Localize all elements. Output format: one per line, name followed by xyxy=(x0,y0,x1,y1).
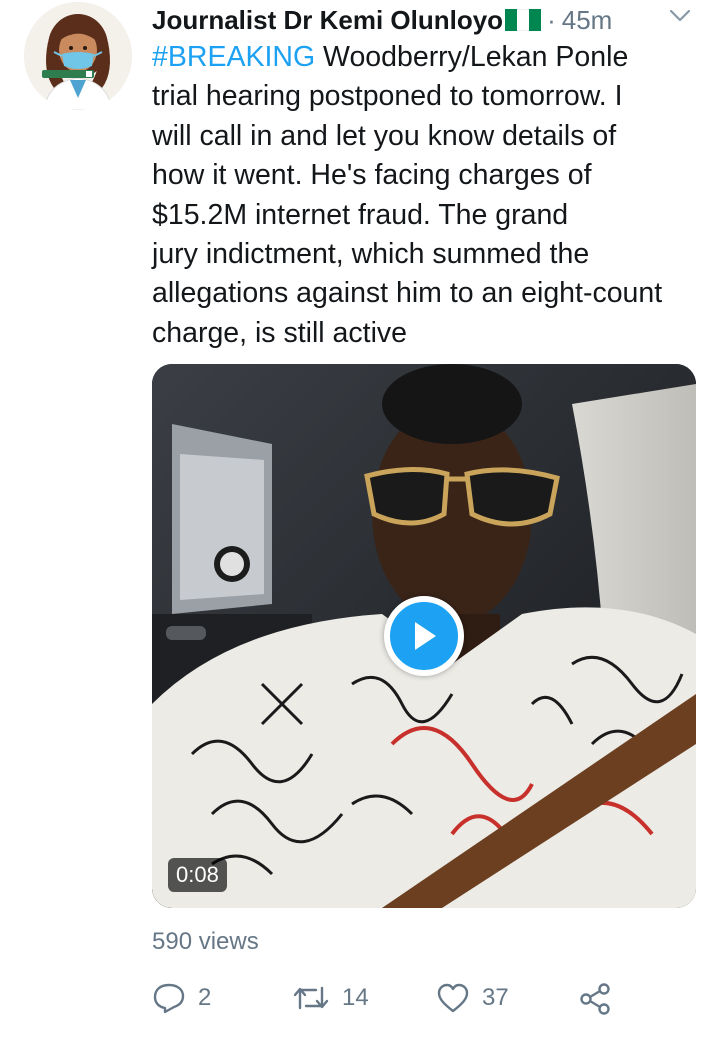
like-button[interactable]: 37 xyxy=(436,982,509,1014)
reply-icon xyxy=(153,983,185,1014)
video-duration: 0:08 xyxy=(168,858,227,892)
nigeria-flag-icon xyxy=(505,9,542,31)
avatar-illustration xyxy=(24,2,132,110)
tweet-text: #BREAKING Woodberry/Lekan Ponle trial he… xyxy=(152,38,712,353)
tweet-line: jury indictment, which summed the xyxy=(152,238,590,271)
tweet-line: allegations against him to an eight-coun… xyxy=(152,277,663,310)
tweet-line: Woodberry/Lekan Ponle xyxy=(315,41,629,73)
separator-dot: · xyxy=(547,4,556,35)
like-count: 37 xyxy=(482,984,509,1011)
reply-count: 2 xyxy=(198,984,212,1011)
tweet-line: charge, is still active xyxy=(152,316,408,349)
share-button[interactable] xyxy=(578,982,624,1016)
tweet-line: $15.2M internet fraud. The grand xyxy=(152,198,569,231)
tweet-header: Journalist Dr Kemi Olunloyo · 45m xyxy=(152,2,712,38)
retweet-count: 14 xyxy=(342,984,369,1011)
view-count: 590 views xyxy=(152,928,259,955)
tweet-actions: 2 14 37 xyxy=(152,982,712,1018)
chevron-down-icon[interactable] xyxy=(668,6,692,31)
retweet-icon xyxy=(293,986,329,1010)
hashtag-link[interactable]: #BREAKING xyxy=(152,41,315,73)
play-icon xyxy=(415,622,436,650)
tweet-line: trial hearing postponed to tomorrow. I xyxy=(152,80,623,113)
author-name[interactable]: Journalist Dr Kemi Olunloyo xyxy=(152,5,503,36)
tweet-line: how it went. He's facing charges of xyxy=(152,159,592,192)
timestamp[interactable]: 45m xyxy=(562,5,613,36)
tweet-line: will call in and let you know details of xyxy=(152,119,617,152)
share-icon xyxy=(580,983,610,1015)
reply-button[interactable]: 2 xyxy=(152,982,211,1014)
avatar[interactable] xyxy=(24,2,132,110)
heart-icon xyxy=(437,983,469,1013)
retweet-button[interactable]: 14 xyxy=(292,982,369,1014)
play-button[interactable] xyxy=(384,596,464,676)
